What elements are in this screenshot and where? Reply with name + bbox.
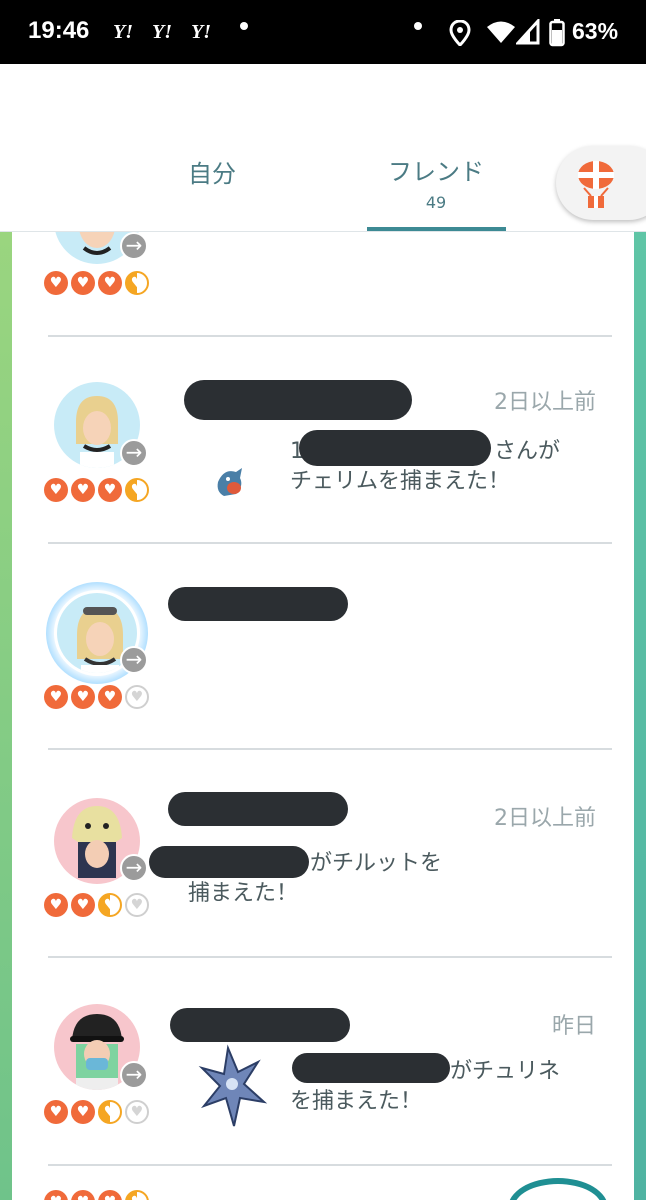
activity-line1: がチルットを xyxy=(310,851,443,876)
divider xyxy=(48,335,612,337)
activity-time: 2日以上前 xyxy=(494,806,596,831)
heart-icon: ♥ xyxy=(71,1100,95,1124)
wifi-icon xyxy=(487,21,515,43)
active-tab-indicator xyxy=(367,227,506,231)
friendship-hearts: ♥ ♥ ♥ ♥ xyxy=(44,1100,149,1124)
status-bar: 19:46 Y! Y! Y! 63% xyxy=(0,0,646,64)
battery-percent: 63% xyxy=(572,18,619,44)
heart-icon: ♥ xyxy=(125,478,149,502)
friendship-hearts: ♥ ♥ ♥ ♥ xyxy=(44,1190,149,1200)
activity-line1: がチュリネ xyxy=(450,1059,561,1084)
heart-icon: ♥ xyxy=(98,478,122,502)
heart-icon: ♥ xyxy=(44,271,68,295)
yahoo-notification-icon: Y! xyxy=(152,21,172,43)
activity-line1: さんが xyxy=(494,439,561,464)
redaction-bar xyxy=(292,1053,450,1083)
activity-line2: を捕まえた！ xyxy=(290,1089,423,1114)
heart-icon: ♥ xyxy=(98,271,122,295)
friend-name-redacted xyxy=(170,1008,350,1042)
gift-send-arrow-icon: → xyxy=(120,854,148,882)
friendship-hearts: ♥ ♥ ♥ ♥ xyxy=(44,271,149,295)
tab-friends[interactable]: フレンド 49 xyxy=(366,152,506,212)
heart-icon: ♥ xyxy=(44,893,68,917)
divider xyxy=(48,1164,612,1166)
heart-icon: ♥ xyxy=(44,685,68,709)
action-button-edge[interactable] xyxy=(508,1178,608,1200)
heart-icon: ♥ xyxy=(98,1190,122,1200)
heart-icon: ♥ xyxy=(44,478,68,502)
redaction-bar xyxy=(149,846,309,878)
activity-time: 昨日 xyxy=(551,1014,596,1039)
tab-self-label: 自分 xyxy=(188,160,236,188)
more-notifications-dot-icon xyxy=(240,22,248,30)
right-border xyxy=(634,232,646,1200)
tab-friends-label: フレンド xyxy=(388,158,484,186)
divider xyxy=(48,956,612,958)
heart-icon: ♥ xyxy=(98,893,122,917)
gift-send-arrow-icon: → xyxy=(120,439,148,467)
activity-line2: チェリムを捕まえた！ xyxy=(290,469,511,494)
heart-icon: ♥ xyxy=(71,271,95,295)
gift-send-arrow-icon: → xyxy=(120,646,148,674)
friendship-hearts: ♥ ♥ ♥ ♥ xyxy=(44,685,149,709)
heart-icon: ♥ xyxy=(71,893,95,917)
pokemon-sprite-icon xyxy=(217,468,242,496)
gift-balloon-icon xyxy=(578,161,614,208)
left-border xyxy=(0,232,12,1200)
friend-name-redacted xyxy=(168,792,348,826)
heart-icon: ♥ xyxy=(71,478,95,502)
heart-icon: ♥ xyxy=(125,1100,149,1124)
gift-send-arrow-icon: → xyxy=(120,1061,148,1089)
dot-icon xyxy=(414,22,422,30)
friend-name-redacted xyxy=(168,587,348,621)
yahoo-notification-icon: Y! xyxy=(113,21,133,43)
gift-send-arrow-icon: → xyxy=(120,232,148,260)
friendship-hearts: ♥ ♥ ♥ ♥ xyxy=(44,893,149,917)
heart-icon: ♥ xyxy=(71,685,95,709)
battery-icon xyxy=(549,19,565,47)
heart-icon: ♥ xyxy=(44,1190,68,1200)
heart-icon: ♥ xyxy=(125,271,149,295)
heart-icon: ♥ xyxy=(125,1190,149,1200)
divider xyxy=(48,542,612,544)
friend-name-redacted xyxy=(184,380,412,420)
location-icon xyxy=(449,20,471,46)
friend-count: 49 xyxy=(425,193,447,212)
heart-icon: ♥ xyxy=(125,685,149,709)
activity-line2: 捕まえた！ xyxy=(188,881,299,906)
header: 自分 フレンド 49 xyxy=(0,64,646,232)
heart-icon: ♥ xyxy=(71,1190,95,1200)
heart-icon: ♥ xyxy=(98,1100,122,1124)
friend-list[interactable]: → ♥ ♥ ♥ ♥ → ♥ ♥ ♥ ♥ 2日以上前 1 さんが チェリムを捕まえ… xyxy=(12,232,634,1200)
signal-icon xyxy=(516,19,540,45)
heart-icon: ♥ xyxy=(44,1100,68,1124)
activity-time: 2日以上前 xyxy=(494,390,596,415)
divider xyxy=(48,748,612,750)
tab-self[interactable]: 自分 xyxy=(160,154,264,189)
redaction-bar xyxy=(299,430,491,466)
friendship-hearts: ♥ ♥ ♥ ♥ xyxy=(44,478,149,502)
clock: 19:46 xyxy=(28,17,90,44)
pokemon-sprite-icon xyxy=(198,1044,268,1127)
gift-button[interactable] xyxy=(556,146,646,220)
heart-icon: ♥ xyxy=(125,893,149,917)
yahoo-notification-icon: Y! xyxy=(191,21,211,43)
heart-icon: ♥ xyxy=(98,685,122,709)
